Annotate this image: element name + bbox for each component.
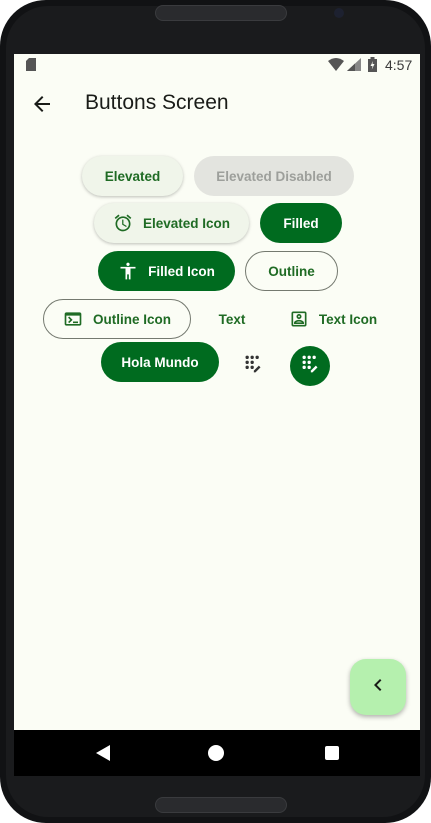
- top-app-bar: Buttons Screen: [14, 76, 420, 132]
- elevated-button-label: Elevated: [104, 168, 161, 184]
- top-speaker: [155, 5, 287, 21]
- hola-mundo-button[interactable]: Hola Mundo: [101, 342, 219, 382]
- nav-home-circle-icon[interactable]: [208, 745, 224, 761]
- nav-recents-square-icon[interactable]: [325, 746, 339, 760]
- page-title: Buttons Screen: [85, 91, 229, 114]
- terminal-icon: [63, 309, 83, 329]
- outline-button-label: Outline: [268, 263, 315, 279]
- battery-icon: [368, 57, 377, 75]
- elevated-button[interactable]: Elevated: [82, 156, 183, 196]
- filled-icon-button[interactable]: Filled Icon: [98, 251, 235, 291]
- nav-back-triangle-icon[interactable]: [96, 745, 110, 766]
- filled-dialpad-edit-icon-button[interactable]: [290, 346, 330, 386]
- front-camera: [334, 8, 344, 18]
- bottom-speaker: [155, 797, 287, 813]
- text-icon-button[interactable]: Text Icon: [279, 299, 387, 339]
- arrow-back-icon[interactable]: [30, 92, 54, 116]
- dialpad-edit-icon: [300, 354, 320, 379]
- back-fab[interactable]: [350, 659, 406, 715]
- filled-button[interactable]: Filled: [260, 203, 342, 243]
- elevated-icon-button-label: Elevated Icon: [142, 215, 231, 231]
- text-icon-button-label: Text Icon: [318, 311, 378, 327]
- system-nav-bar: [14, 730, 420, 776]
- dialpad-edit-icon-button[interactable]: [233, 346, 273, 386]
- sd-card-icon: [26, 58, 36, 74]
- dialpad-edit-icon: [243, 354, 263, 379]
- status-time: 4:57: [385, 57, 413, 73]
- phone-frame: 4:57 Buttons Screen Elevated Elevated Di…: [0, 0, 431, 823]
- outline-icon-button-label: Outline Icon: [92, 311, 171, 327]
- text-button[interactable]: Text: [208, 299, 256, 339]
- hola-mundo-button-label: Hola Mundo: [121, 354, 199, 370]
- filled-button-label: Filled: [283, 215, 319, 231]
- outline-icon-button[interactable]: Outline Icon: [43, 299, 191, 339]
- signal-icon: [347, 58, 361, 74]
- text-button-label: Text: [218, 311, 246, 327]
- filled-icon-button-label: Filled Icon: [148, 263, 215, 279]
- elevated-icon-button[interactable]: Elevated Icon: [94, 203, 249, 243]
- chevron-left-icon: [366, 673, 390, 702]
- alarm-clock-icon: [113, 213, 133, 233]
- outline-button[interactable]: Outline: [245, 251, 338, 291]
- elevated-disabled-button-label: Elevated Disabled: [216, 168, 332, 184]
- accessibility-person-icon: [118, 261, 138, 281]
- app-screen: 4:57 Buttons Screen Elevated Elevated Di…: [14, 54, 420, 730]
- elevated-disabled-button: Elevated Disabled: [194, 156, 354, 196]
- portrait-icon: [289, 309, 309, 329]
- wifi-icon: [328, 58, 344, 74]
- status-bar: 4:57: [14, 54, 420, 76]
